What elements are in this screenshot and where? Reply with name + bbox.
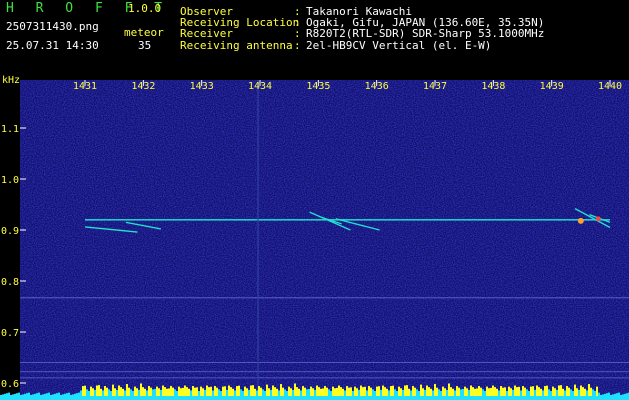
y-tick-label: 1.1	[1, 124, 19, 135]
x-tick-label: 1440	[598, 81, 622, 92]
header: H R O F F T 1.0.0 2507311430.png meteor …	[0, 0, 629, 72]
meteor-label: meteor	[124, 26, 164, 39]
y-tick-label: 0.6	[1, 379, 19, 390]
x-tick-label: 1437	[423, 81, 447, 92]
info-value-antenna: 2el-HB9CV Vertical (el. E-W)	[306, 39, 492, 52]
x-tick-label: 1433	[190, 81, 214, 92]
y-tick-label: 0.9	[1, 226, 19, 237]
y-tick-label: 1.0	[1, 175, 19, 186]
filename: 2507311430.png	[6, 20, 99, 33]
meteor-echo-head	[577, 217, 584, 224]
x-tick-label: 1431	[73, 81, 97, 92]
datetime: 25.07.31 14:30	[6, 39, 99, 52]
app-version: 1.0.0	[128, 2, 162, 15]
x-tick-label: 1438	[481, 81, 505, 92]
y-tick-label: 0.7	[1, 328, 19, 339]
meteor-count: 35	[138, 39, 152, 52]
y-tick-label: 0.8	[1, 277, 19, 288]
spectrogram-panel: 1431 1432 1433 1434 1435 1436 1437 1438 1439 1440…	[0, 72, 629, 400]
x-tick-label: 1432	[131, 81, 155, 92]
x-tick-label: 1434	[248, 81, 272, 92]
x-tick-label: 1436	[365, 81, 389, 92]
info-colon: :	[294, 39, 301, 52]
info-label-antenna: Receiving antenna	[180, 39, 293, 52]
spectrogram-plot: 1431 1432 1433 1434 1435 1436 1437 1438 1439 1440…	[0, 72, 629, 400]
level-bar-base	[0, 396, 629, 400]
x-tick-label: 1439	[540, 81, 564, 92]
y-axis-label: kHz	[2, 75, 20, 86]
heatmap-noise	[20, 80, 629, 400]
x-tick-label: 1435	[306, 81, 330, 92]
meteor-echo-head	[595, 216, 601, 222]
